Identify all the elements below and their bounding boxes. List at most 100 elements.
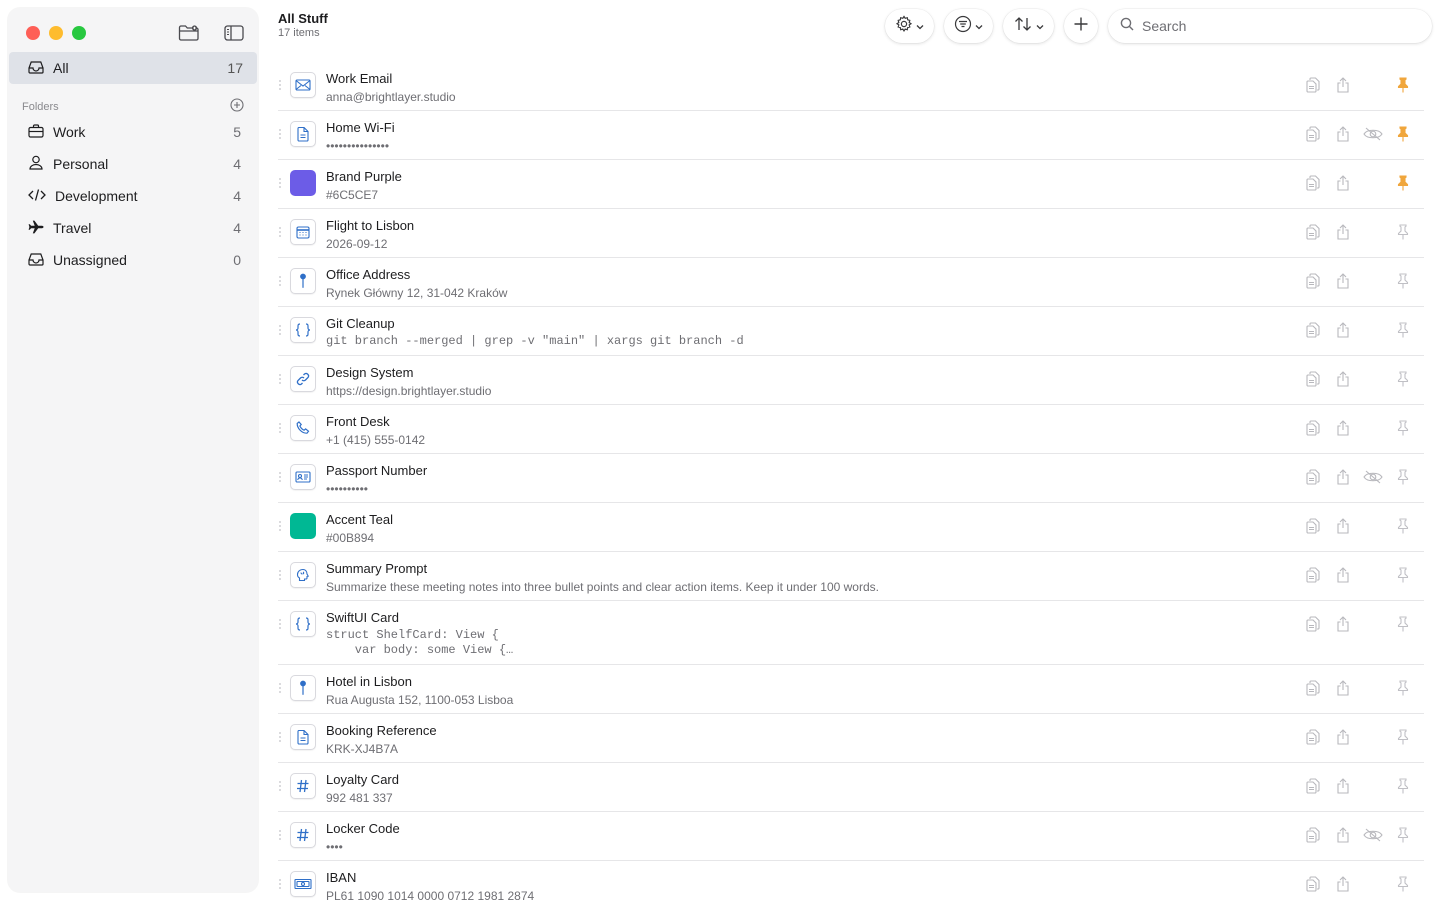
list-item[interactable]: Loyalty Card 992 481 337 — [278, 763, 1424, 812]
list-item[interactable]: Front Desk +1 (415) 555-0142 — [278, 405, 1424, 454]
search-field[interactable] — [1108, 9, 1432, 43]
pinned-icon[interactable] — [1388, 175, 1418, 191]
list-item[interactable]: Flight to Lisbon 2026-09-12 — [278, 209, 1424, 258]
copy-icon[interactable] — [1298, 616, 1328, 632]
sidebar-item-travel[interactable]: Travel 4 — [9, 212, 257, 244]
new-folder-icon[interactable] — [178, 24, 200, 42]
drag-handle-icon[interactable] — [279, 570, 283, 582]
pin-icon[interactable] — [1388, 827, 1418, 843]
drag-handle-icon[interactable] — [279, 423, 283, 435]
share-icon[interactable] — [1328, 469, 1358, 485]
copy-icon[interactable] — [1298, 322, 1328, 338]
drag-handle-icon[interactable] — [279, 178, 283, 190]
copy-icon[interactable] — [1298, 175, 1328, 191]
share-icon[interactable] — [1328, 371, 1358, 387]
drag-handle-icon[interactable] — [279, 129, 283, 141]
pin-icon[interactable] — [1388, 680, 1418, 696]
drag-handle-icon[interactable] — [279, 732, 283, 744]
drag-handle-icon[interactable] — [279, 325, 283, 337]
copy-icon[interactable] — [1298, 126, 1328, 142]
share-icon[interactable] — [1328, 420, 1358, 436]
pin-icon[interactable] — [1388, 518, 1418, 534]
pin-icon[interactable] — [1388, 420, 1418, 436]
share-icon[interactable] — [1328, 273, 1358, 289]
list-item[interactable]: Work Email anna@brightlayer.studio — [278, 62, 1424, 111]
list-item[interactable]: IBAN PL61 1090 1014 0000 0712 1981 2874 — [278, 861, 1424, 900]
copy-icon[interactable] — [1298, 77, 1328, 93]
share-icon[interactable] — [1328, 876, 1358, 892]
pin-icon[interactable] — [1388, 876, 1418, 892]
drag-handle-icon[interactable] — [279, 683, 283, 695]
toggle-sidebar-icon[interactable] — [224, 25, 244, 41]
copy-icon[interactable] — [1298, 778, 1328, 794]
add-item-button[interactable] — [1064, 9, 1098, 43]
share-icon[interactable] — [1328, 680, 1358, 696]
copy-icon[interactable] — [1298, 469, 1328, 485]
share-icon[interactable] — [1328, 224, 1358, 240]
minimize-window-button[interactable] — [49, 26, 63, 40]
filter-menu-button[interactable] — [944, 9, 993, 43]
copy-icon[interactable] — [1298, 876, 1328, 892]
reveal-eye-icon[interactable] — [1358, 127, 1388, 141]
share-icon[interactable] — [1328, 729, 1358, 745]
share-icon[interactable] — [1328, 616, 1358, 632]
zoom-window-button[interactable] — [72, 26, 86, 40]
drag-handle-icon[interactable] — [279, 472, 283, 484]
drag-handle-icon[interactable] — [279, 374, 283, 386]
copy-icon[interactable] — [1298, 224, 1328, 240]
list-item[interactable]: Accent Teal #00B894 — [278, 503, 1424, 552]
copy-icon[interactable] — [1298, 680, 1328, 696]
share-icon[interactable] — [1328, 175, 1358, 191]
sidebar-item-work[interactable]: Work 5 — [9, 116, 257, 148]
pin-icon[interactable] — [1388, 371, 1418, 387]
list-item[interactable]: Locker Code •••• — [278, 812, 1424, 861]
list-item[interactable]: Passport Number •••••••••• — [278, 454, 1424, 503]
close-window-button[interactable] — [26, 26, 40, 40]
drag-handle-icon[interactable] — [279, 619, 283, 631]
pinned-icon[interactable] — [1388, 126, 1418, 142]
pinned-icon[interactable] — [1388, 77, 1418, 93]
reveal-eye-icon[interactable] — [1358, 828, 1388, 842]
sidebar-item-unassigned[interactable]: Unassigned 0 — [9, 244, 257, 276]
drag-handle-icon[interactable] — [279, 80, 283, 92]
settings-menu-button[interactable] — [885, 9, 934, 43]
pin-icon[interactable] — [1388, 273, 1418, 289]
share-icon[interactable] — [1328, 567, 1358, 583]
pin-icon[interactable] — [1388, 778, 1418, 794]
copy-icon[interactable] — [1298, 518, 1328, 534]
pin-icon[interactable] — [1388, 224, 1418, 240]
share-icon[interactable] — [1328, 518, 1358, 534]
list-item[interactable]: Home Wi-Fi ••••••••••••••• — [278, 111, 1424, 160]
list-item[interactable]: Brand Purple #6C5CE7 — [278, 160, 1424, 209]
copy-icon[interactable] — [1298, 371, 1328, 387]
share-icon[interactable] — [1328, 77, 1358, 93]
pin-icon[interactable] — [1388, 322, 1418, 338]
list-item[interactable]: Office Address Rynek Główny 12, 31-042 Kr… — [278, 258, 1424, 307]
share-icon[interactable] — [1328, 827, 1358, 843]
sort-menu-button[interactable] — [1003, 9, 1054, 43]
pin-icon[interactable] — [1388, 567, 1418, 583]
copy-icon[interactable] — [1298, 729, 1328, 745]
drag-handle-icon[interactable] — [279, 781, 283, 793]
copy-icon[interactable] — [1298, 273, 1328, 289]
list-item[interactable]: Hotel in Lisbon Rua Augusta 152, 1100-053… — [278, 665, 1424, 714]
drag-handle-icon[interactable] — [279, 830, 283, 842]
sidebar-item-all[interactable]: All 17 — [9, 52, 257, 84]
add-folder-icon[interactable] — [230, 98, 244, 115]
drag-handle-icon[interactable] — [279, 227, 283, 239]
sidebar-item-development[interactable]: Development 4 — [9, 180, 257, 212]
list-item[interactable]: Git Cleanup git branch --merged | grep -v… — [278, 307, 1424, 356]
share-icon[interactable] — [1328, 322, 1358, 338]
search-input[interactable] — [1142, 18, 1402, 34]
pin-icon[interactable] — [1388, 469, 1418, 485]
reveal-eye-icon[interactable] — [1358, 470, 1388, 484]
copy-icon[interactable] — [1298, 827, 1328, 843]
sidebar-item-personal[interactable]: Personal 4 — [9, 148, 257, 180]
pin-icon[interactable] — [1388, 616, 1418, 632]
list-item[interactable]: Design System https://design.brightlayer.… — [278, 356, 1424, 405]
list-item[interactable]: Summary Prompt Summarize these meeting no… — [278, 552, 1424, 601]
share-icon[interactable] — [1328, 126, 1358, 142]
list-item[interactable]: Booking Reference KRK-XJ4B7A — [278, 714, 1424, 763]
share-icon[interactable] — [1328, 778, 1358, 794]
drag-handle-icon[interactable] — [279, 276, 283, 288]
